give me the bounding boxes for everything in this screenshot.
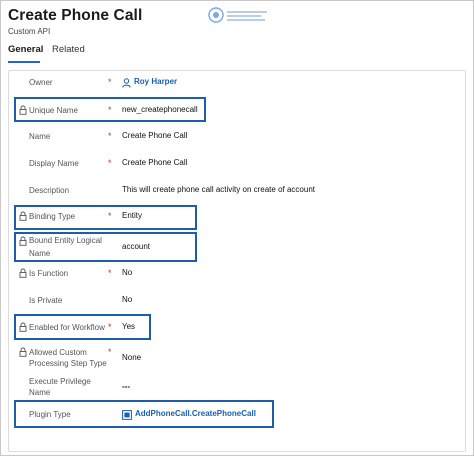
is-private-value[interactable]: No [122,295,132,304]
highlight-binding-type [14,205,197,230]
execute-privilege-label-line2: Name [29,388,51,397]
lock-icon [19,347,27,357]
name-label: Name [29,132,51,141]
allowed-custom-label-line2: Processing Step Type [29,359,107,368]
page-subtitle: Custom API [8,27,51,36]
allowed-custom-value[interactable]: None [122,353,141,362]
is-function-value[interactable]: No [122,268,132,277]
active-tab-indicator [8,61,40,63]
required-marker: * [108,347,112,357]
is-function-label: Is Function [29,269,69,278]
tab-general[interactable]: General [8,44,43,55]
highlight-enabled-for-workflow [14,314,151,340]
general-form-panel: Owner * Roy Harper Unique Name * new_cre… [8,70,466,452]
required-marker: * [108,77,112,87]
required-marker: * [108,158,112,168]
logo-icon [208,7,267,23]
display-name-value[interactable]: Create Phone Call [122,158,187,167]
name-value[interactable]: Create Phone Call [122,131,187,140]
person-icon [122,78,131,88]
highlight-unique-name [14,97,206,122]
tab-related[interactable]: Related [52,44,85,55]
is-private-label: Is Private [29,296,63,305]
highlight-bound-entity [14,232,197,262]
page-title: Create Phone Call [8,7,143,24]
description-value[interactable]: This will create phone call activity on … [122,185,315,194]
required-marker: * [108,131,112,141]
description-label: Description [29,186,70,195]
execute-privilege-value[interactable]: --- [122,382,130,391]
display-name-label: Display Name [29,159,79,168]
highlight-plugin-type [14,400,274,428]
owner-label: Owner [29,78,53,87]
owner-value-link[interactable]: Roy Harper [134,77,177,86]
required-marker: * [108,268,112,278]
lock-icon [19,268,27,278]
